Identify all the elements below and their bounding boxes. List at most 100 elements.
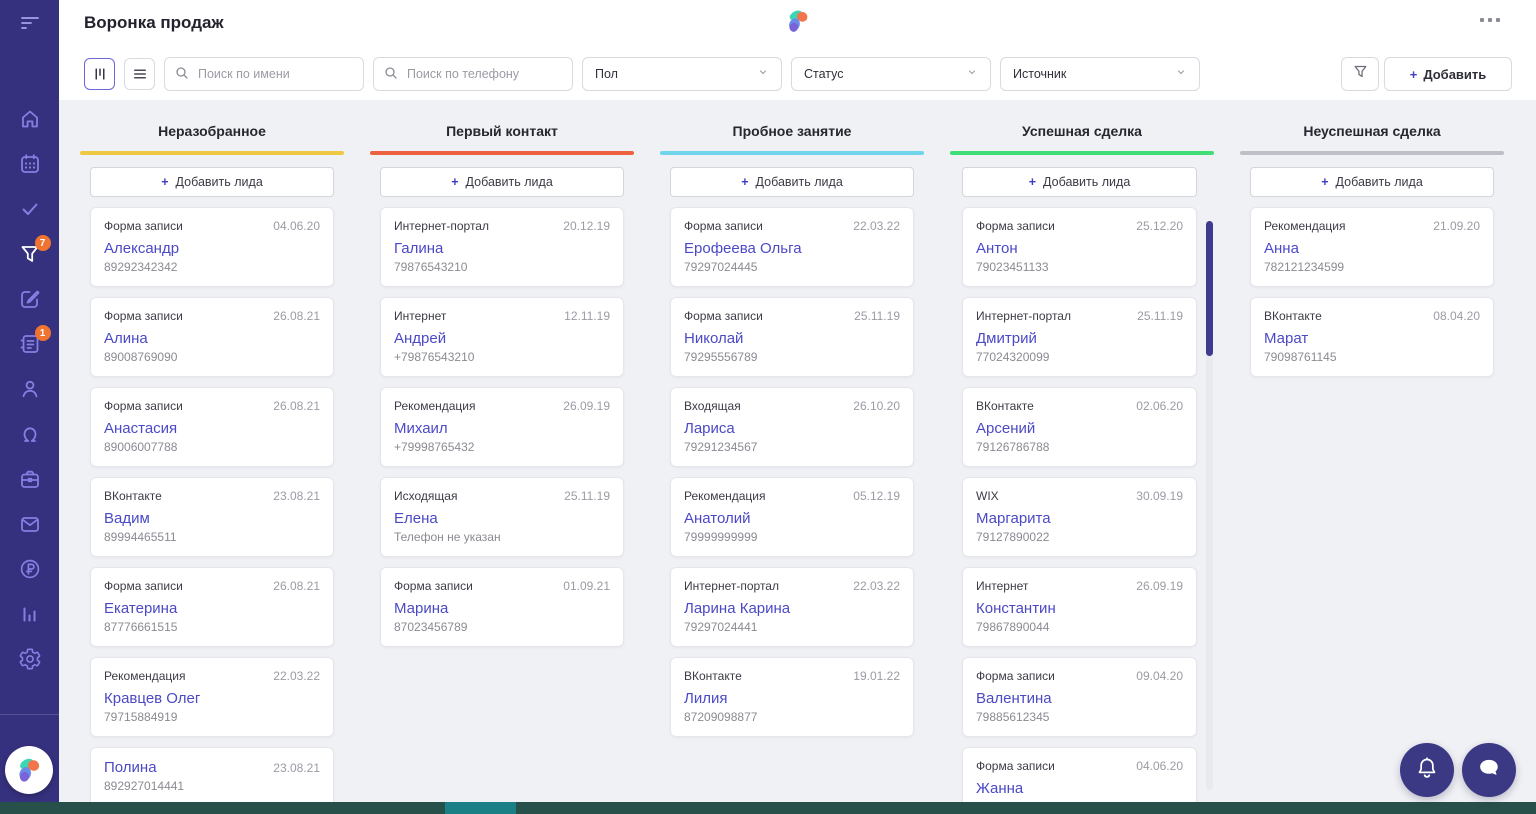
horizontal-scrollbar-track[interactable] bbox=[0, 802, 1536, 814]
lead-card[interactable]: Форма записи 01.09.21 Марина 87023456789 bbox=[380, 567, 624, 647]
lead-card[interactable]: Интернет 26.09.19 Константин 79867890044 bbox=[962, 567, 1197, 647]
lead-name[interactable]: Полина bbox=[104, 759, 157, 776]
home-icon[interactable] bbox=[18, 107, 42, 131]
face-icon[interactable] bbox=[18, 422, 42, 446]
lead-name[interactable]: Алина bbox=[104, 330, 320, 347]
lead-name[interactable]: Лариса bbox=[684, 420, 900, 437]
lead-card[interactable]: Рекомендация 26.09.19 Михаил +79998765432 bbox=[380, 387, 624, 467]
funnel-nav-icon[interactable]: 7 bbox=[18, 235, 51, 266]
notifications-button[interactable] bbox=[1400, 743, 1454, 797]
kanban-view-toggle[interactable] bbox=[84, 58, 115, 90]
add-button[interactable]: + Добавить bbox=[1384, 57, 1512, 91]
lead-name[interactable]: Марат bbox=[1264, 330, 1480, 347]
ruble-icon[interactable] bbox=[18, 557, 42, 581]
lead-name[interactable]: Анатолий bbox=[684, 510, 900, 527]
lead-phone: 79999999999 bbox=[684, 530, 758, 544]
lead-card[interactable]: Форма записи04.06.20 Жанна 79567890011 bbox=[962, 747, 1197, 802]
lead-name[interactable]: Елена bbox=[394, 510, 610, 527]
lead-name[interactable]: Михаил bbox=[394, 420, 610, 437]
lead-card[interactable]: Форма записи 25.11.19 Николай 79295556789 bbox=[670, 297, 914, 377]
lead-card[interactable]: ВКонтакте 08.04.20 Марат 79098761145 bbox=[1250, 297, 1494, 377]
stats-icon[interactable] bbox=[18, 602, 42, 626]
lead-card[interactable]: Форма записи 26.08.21 Анастасия 890060077… bbox=[90, 387, 334, 467]
lead-card[interactable]: ВКонтакте 19.01.22 Лилия 87209098877 bbox=[670, 657, 914, 737]
lead-name[interactable]: Дмитрий bbox=[976, 330, 1183, 347]
add-lead-button[interactable]: + Добавить лида bbox=[962, 167, 1197, 197]
lead-card[interactable]: Рекомендация 22.03.22 Кравцев Олег 797158… bbox=[90, 657, 334, 737]
lead-name[interactable]: Марина bbox=[394, 600, 610, 617]
lead-card[interactable]: Форма записи 22.03.22 Ерофеева Ольга 7929… bbox=[670, 207, 914, 287]
lead-name[interactable]: Ерофеева Ольга bbox=[684, 240, 900, 257]
compose-icon[interactable] bbox=[18, 287, 42, 311]
lead-phone: 79126786788 bbox=[976, 440, 1050, 454]
more-menu-icon[interactable] bbox=[1480, 18, 1500, 22]
lead-name[interactable]: Андрей bbox=[394, 330, 610, 347]
add-lead-button[interactable]: + Добавить лида bbox=[670, 167, 914, 197]
lead-name[interactable]: Ларина Карина bbox=[684, 600, 900, 617]
lead-card[interactable]: Интернет-портал 20.12.19 Галина 798765432… bbox=[380, 207, 624, 287]
lead-name[interactable]: Арсений bbox=[976, 420, 1183, 437]
lead-card[interactable]: Интернет-портал 25.11.19 Дмитрий 77024320… bbox=[962, 297, 1197, 377]
horizontal-scrollbar-thumb[interactable] bbox=[445, 802, 516, 814]
lead-name[interactable]: Кравцев Олег bbox=[104, 690, 320, 707]
add-lead-button[interactable]: + Добавить лида bbox=[90, 167, 334, 197]
lead-name[interactable]: Анастасия bbox=[104, 420, 320, 437]
add-lead-label: Добавить лида bbox=[1335, 175, 1423, 189]
lead-name[interactable]: Анна bbox=[1264, 240, 1480, 257]
lead-card[interactable]: Интернет-портал 22.03.22 Ларина Карина 79… bbox=[670, 567, 914, 647]
lead-card[interactable]: Полина 23.08.21 892927014441 bbox=[90, 747, 334, 802]
gender-filter-select[interactable]: Пол bbox=[582, 57, 782, 91]
status-filter-label: Статус bbox=[804, 67, 844, 81]
lead-card[interactable]: WIX 30.09.19 Маргарита 79127890022 bbox=[962, 477, 1197, 557]
lead-name[interactable]: Лилия bbox=[684, 690, 900, 707]
check-icon[interactable] bbox=[18, 197, 42, 221]
lead-name[interactable]: Вадим bbox=[104, 510, 320, 527]
lead-name[interactable]: Николай bbox=[684, 330, 900, 347]
source-filter-select[interactable]: Источник bbox=[1000, 57, 1200, 91]
column-accent-line bbox=[1240, 151, 1504, 155]
add-lead-label: Добавить лида bbox=[175, 175, 263, 189]
search-name-input[interactable] bbox=[164, 57, 364, 91]
calendar-icon[interactable] bbox=[18, 152, 42, 176]
lead-card[interactable]: Форма записи 26.08.21 Екатерина 877766615… bbox=[90, 567, 334, 647]
column-scrollbar-track[interactable] bbox=[1206, 221, 1213, 790]
lead-name[interactable]: Антон bbox=[976, 240, 1183, 257]
mail-icon[interactable] bbox=[18, 512, 42, 536]
gear-icon[interactable] bbox=[18, 647, 42, 671]
chat-button[interactable] bbox=[1462, 743, 1516, 797]
add-lead-button[interactable]: + Добавить лида bbox=[1250, 167, 1494, 197]
lead-source: Рекомендация bbox=[1264, 219, 1346, 233]
notes-icon[interactable]: 1 bbox=[18, 325, 51, 356]
lead-name[interactable]: Галина bbox=[394, 240, 610, 257]
lead-card[interactable]: Форма записи 04.06.20 Александр 892923423… bbox=[90, 207, 334, 287]
filter-icon bbox=[1352, 63, 1369, 85]
lead-name[interactable]: Александр bbox=[104, 240, 320, 257]
lead-source: Исходящая bbox=[394, 489, 458, 503]
lead-name[interactable]: Екатерина bbox=[104, 600, 320, 617]
add-lead-button[interactable]: + Добавить лида bbox=[380, 167, 624, 197]
lead-name[interactable]: Валентина bbox=[976, 690, 1183, 707]
lead-source: Интернет bbox=[976, 579, 1029, 593]
search-phone-input[interactable] bbox=[373, 57, 573, 91]
lead-name[interactable]: Жанна bbox=[976, 780, 1183, 797]
lead-card[interactable]: Форма записи 09.04.20 Валентина 798856123… bbox=[962, 657, 1197, 737]
list-view-toggle[interactable] bbox=[124, 58, 155, 90]
filter-button[interactable] bbox=[1341, 57, 1379, 91]
lead-name[interactable]: Маргарита bbox=[976, 510, 1183, 527]
lead-name[interactable]: Константин bbox=[976, 600, 1183, 617]
lead-card[interactable]: ВКонтакте 23.08.21 Вадим 89994465511 bbox=[90, 477, 334, 557]
lead-card[interactable]: Исходящая 25.11.19 Елена Телефон не указа… bbox=[380, 477, 624, 557]
lead-card[interactable]: Рекомендация 05.12.19 Анатолий 7999999999… bbox=[670, 477, 914, 557]
status-filter-select[interactable]: Статус bbox=[791, 57, 991, 91]
lead-card[interactable]: ВКонтакте 02.06.20 Арсений 79126786788 bbox=[962, 387, 1197, 467]
lead-card[interactable]: Форма записи 25.12.20 Антон 79023451133 bbox=[962, 207, 1197, 287]
lead-card[interactable]: Входящая 26.10.20 Лариса 79291234567 bbox=[670, 387, 914, 467]
briefcase-icon[interactable] bbox=[18, 467, 42, 491]
sidebar-logo[interactable] bbox=[5, 746, 53, 794]
lead-card[interactable]: Интернет 12.11.19 Андрей +79876543210 bbox=[380, 297, 624, 377]
user-icon[interactable] bbox=[18, 377, 42, 401]
column-scrollbar-thumb[interactable] bbox=[1206, 221, 1213, 356]
lead-card[interactable]: Рекомендация 21.09.20 Анна 782121234599 bbox=[1250, 207, 1494, 287]
lead-card[interactable]: Форма записи 26.08.21 Алина 89008769090 bbox=[90, 297, 334, 377]
sort-menu-icon[interactable] bbox=[0, 10, 59, 34]
